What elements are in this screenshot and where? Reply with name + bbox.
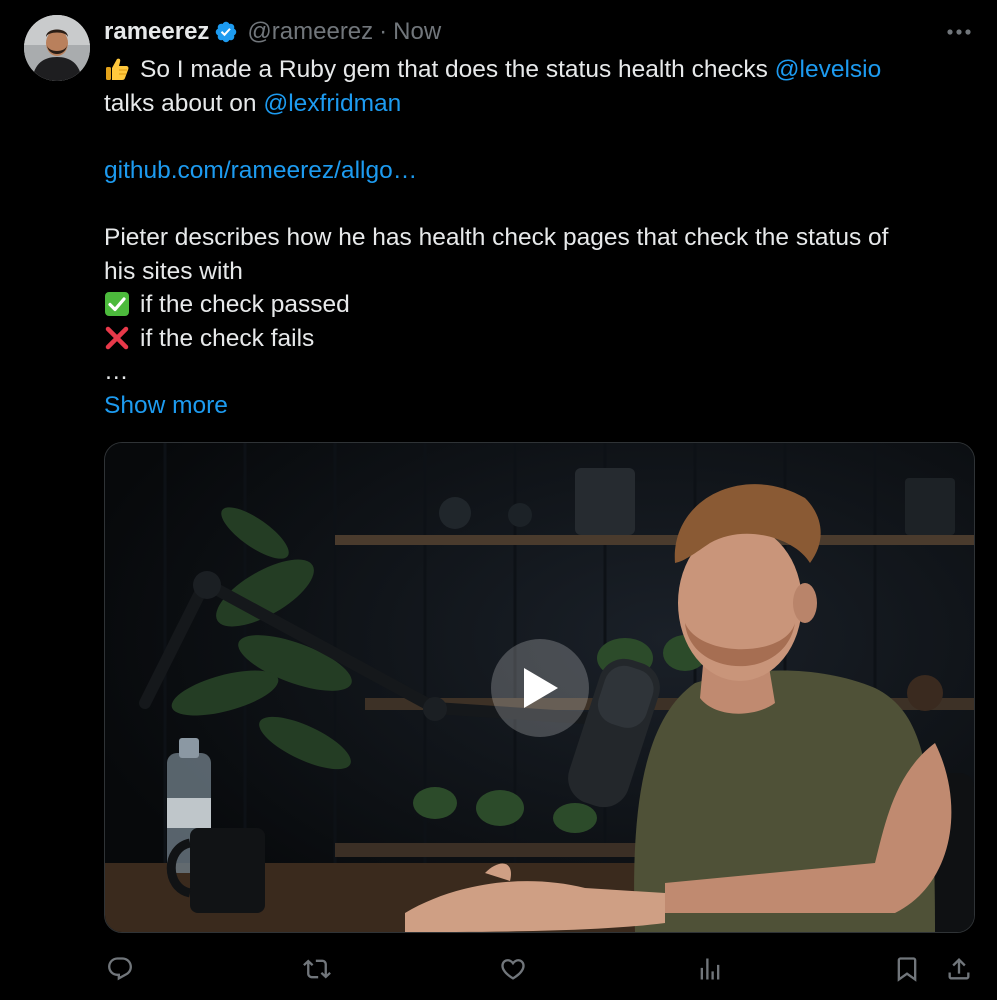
more-options-icon[interactable]	[945, 18, 973, 46]
tweet-text: So I made a Ruby gem that does the statu…	[104, 53, 964, 423]
tweet-line-1-text: So I made a Ruby gem that does the statu…	[140, 56, 775, 83]
pass-line-text: if the check passed	[140, 291, 350, 319]
reply-button[interactable]	[106, 955, 136, 985]
video-player[interactable]	[104, 442, 975, 933]
bookmark-button[interactable]	[893, 955, 923, 985]
tweet-line-2: talks about on @lexfridman	[104, 87, 964, 121]
play-button[interactable]	[491, 639, 589, 737]
header-separator: ·	[379, 18, 388, 45]
retweet-icon	[303, 959, 331, 979]
avatar-image	[24, 15, 90, 81]
tweet-line-1: So I made a Ruby gem that does the statu…	[104, 53, 964, 87]
link-line: github.com/rameerez/allgo…	[104, 154, 964, 188]
mention-lexfridman[interactable]: @lexfridman	[263, 90, 401, 117]
action-bar	[0, 955, 997, 987]
heart-icon	[501, 959, 525, 980]
display-name[interactable]: rameerez	[104, 18, 209, 46]
play-icon	[524, 668, 558, 708]
verified-badge-icon	[214, 20, 238, 44]
thumbs-up-emoji	[104, 56, 130, 82]
analytics-icon	[700, 958, 720, 980]
user-handle[interactable]: @rameerez	[247, 18, 373, 46]
cross-mark-emoji	[104, 325, 130, 351]
paragraph-line-2: his sites with	[104, 257, 243, 285]
share-icon	[948, 958, 970, 980]
fail-line-text: if the check fails	[140, 324, 315, 352]
pass-line: if the check passed	[104, 288, 964, 322]
views-button[interactable]	[696, 955, 726, 985]
tweet-header: rameerez @rameerez · Now	[104, 16, 441, 48]
paragraph-line-1: Pieter describes how he has health check…	[104, 223, 889, 251]
avatar[interactable]	[24, 15, 90, 81]
reply-icon	[108, 957, 132, 981]
share-button[interactable]	[945, 955, 975, 985]
check-mark-emoji	[104, 291, 130, 317]
like-button[interactable]	[499, 955, 529, 985]
mention-levelsio[interactable]: @levelsio	[775, 56, 882, 83]
github-link[interactable]: github.com/rameerez/allgo…	[104, 157, 417, 184]
timestamp[interactable]: Now	[393, 18, 441, 46]
retweet-button[interactable]	[303, 955, 333, 985]
tweet-line-2-text: talks about on	[104, 89, 264, 117]
fail-line: if the check fails	[104, 322, 964, 356]
show-more-line: Show more	[104, 389, 964, 423]
ellipsis-line: …	[104, 358, 129, 386]
show-more-link[interactable]: Show more	[104, 392, 228, 419]
bookmark-icon	[897, 957, 917, 982]
